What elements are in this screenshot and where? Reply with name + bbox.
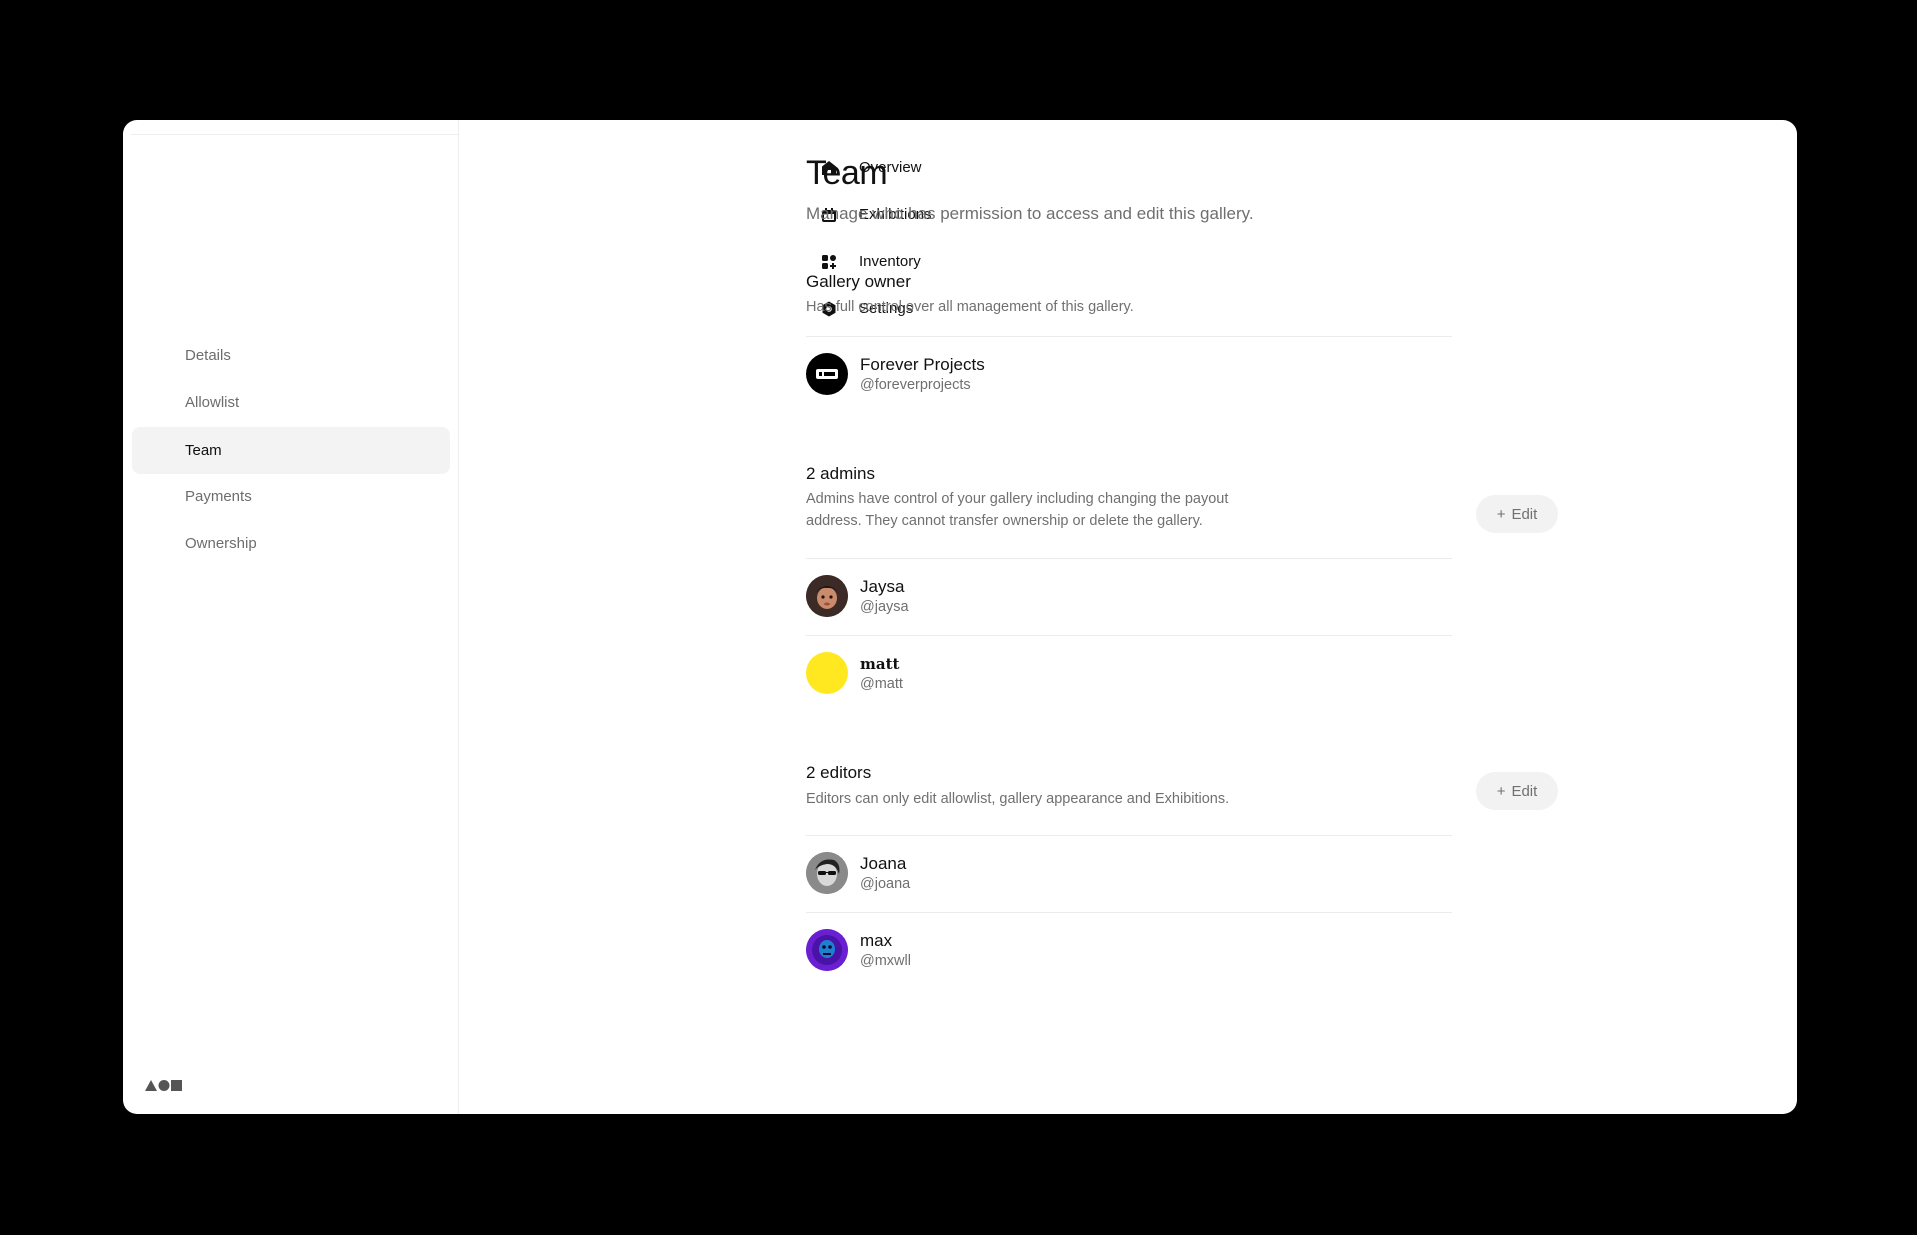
member-name: Forever Projects bbox=[860, 355, 985, 374]
member-name: Jaysa bbox=[860, 577, 905, 596]
plus-icon: + bbox=[1496, 782, 1506, 800]
owner-section-description: Has full control over all management of … bbox=[806, 299, 1134, 315]
admins-section-description: Admins have control of your gallery incl… bbox=[806, 491, 1229, 529]
sidebar-subitem-label: Details bbox=[185, 347, 231, 364]
divider bbox=[806, 912, 1452, 913]
edit-label: Edit bbox=[1511, 505, 1538, 523]
sidebar-subitem-label: Payments bbox=[185, 488, 252, 505]
app-window: Overview Exhibitions Inventory Settings … bbox=[123, 120, 1797, 1114]
avatar bbox=[806, 353, 848, 395]
member-handle: @joana bbox=[860, 876, 911, 892]
member-name: matt bbox=[860, 655, 900, 673]
member-row-matt[interactable]: matt @matt bbox=[806, 652, 1452, 696]
sidebar-subitem-allowlist[interactable]: Allowlist bbox=[132, 379, 450, 426]
avatar bbox=[806, 652, 848, 694]
shapes-logo-icon[interactable] bbox=[145, 1078, 183, 1092]
member-handle: @mxwll bbox=[860, 953, 911, 969]
plus-icon: + bbox=[1496, 505, 1506, 523]
divider bbox=[806, 635, 1452, 636]
avatar bbox=[806, 575, 848, 617]
avatar bbox=[806, 929, 848, 971]
divider bbox=[806, 558, 1452, 559]
member-row-joana[interactable]: Joana @joana bbox=[806, 852, 1452, 896]
page-title: Team bbox=[806, 154, 888, 192]
sidebar-subitem-payments[interactable]: Payments bbox=[132, 473, 450, 520]
sidebar-item-overview[interactable]: Overview bbox=[806, 144, 1456, 191]
sidebar-subitem-details[interactable]: Details bbox=[132, 332, 450, 379]
member-name: max bbox=[860, 931, 893, 950]
sidebar-subitem-team[interactable]: Team bbox=[132, 427, 450, 474]
member-row-owner[interactable]: Forever Projects @foreverprojects bbox=[806, 353, 1452, 397]
edit-editors-button[interactable]: + Edit bbox=[1476, 772, 1558, 810]
member-handle: @matt bbox=[860, 676, 903, 692]
page-subtitle: Manage who has permission to access and … bbox=[806, 204, 1254, 223]
owner-section-title: Gallery owner bbox=[806, 272, 911, 291]
divider bbox=[806, 336, 1452, 337]
member-name: Joana bbox=[860, 854, 907, 873]
sidebar-subitem-label: Ownership bbox=[185, 535, 257, 552]
divider bbox=[806, 835, 1452, 836]
member-handle: @foreverprojects bbox=[860, 377, 971, 393]
edit-label: Edit bbox=[1511, 782, 1538, 800]
edit-admins-button[interactable]: + Edit bbox=[1476, 495, 1558, 533]
member-row-jaysa[interactable]: Jaysa @jaysa bbox=[806, 575, 1452, 619]
sidebar-subitem-label: Team bbox=[185, 442, 222, 459]
grid-plus-icon bbox=[820, 253, 838, 271]
sidebar: Overview Exhibitions Inventory Settings … bbox=[123, 120, 932, 1114]
member-row-max[interactable]: max @mxwll bbox=[806, 929, 1452, 973]
admins-section-title: 2 admins bbox=[806, 464, 875, 483]
sidebar-subitem-ownership[interactable]: Ownership bbox=[132, 520, 450, 567]
editors-section-description: Editors can only edit allowlist, gallery… bbox=[806, 791, 1230, 807]
member-handle: @jaysa bbox=[860, 599, 909, 615]
avatar bbox=[806, 852, 848, 894]
sidebar-subitem-label: Allowlist bbox=[185, 394, 240, 411]
editors-section-title: 2 editors bbox=[806, 763, 872, 782]
sidebar-item-label: Inventory bbox=[859, 253, 921, 270]
